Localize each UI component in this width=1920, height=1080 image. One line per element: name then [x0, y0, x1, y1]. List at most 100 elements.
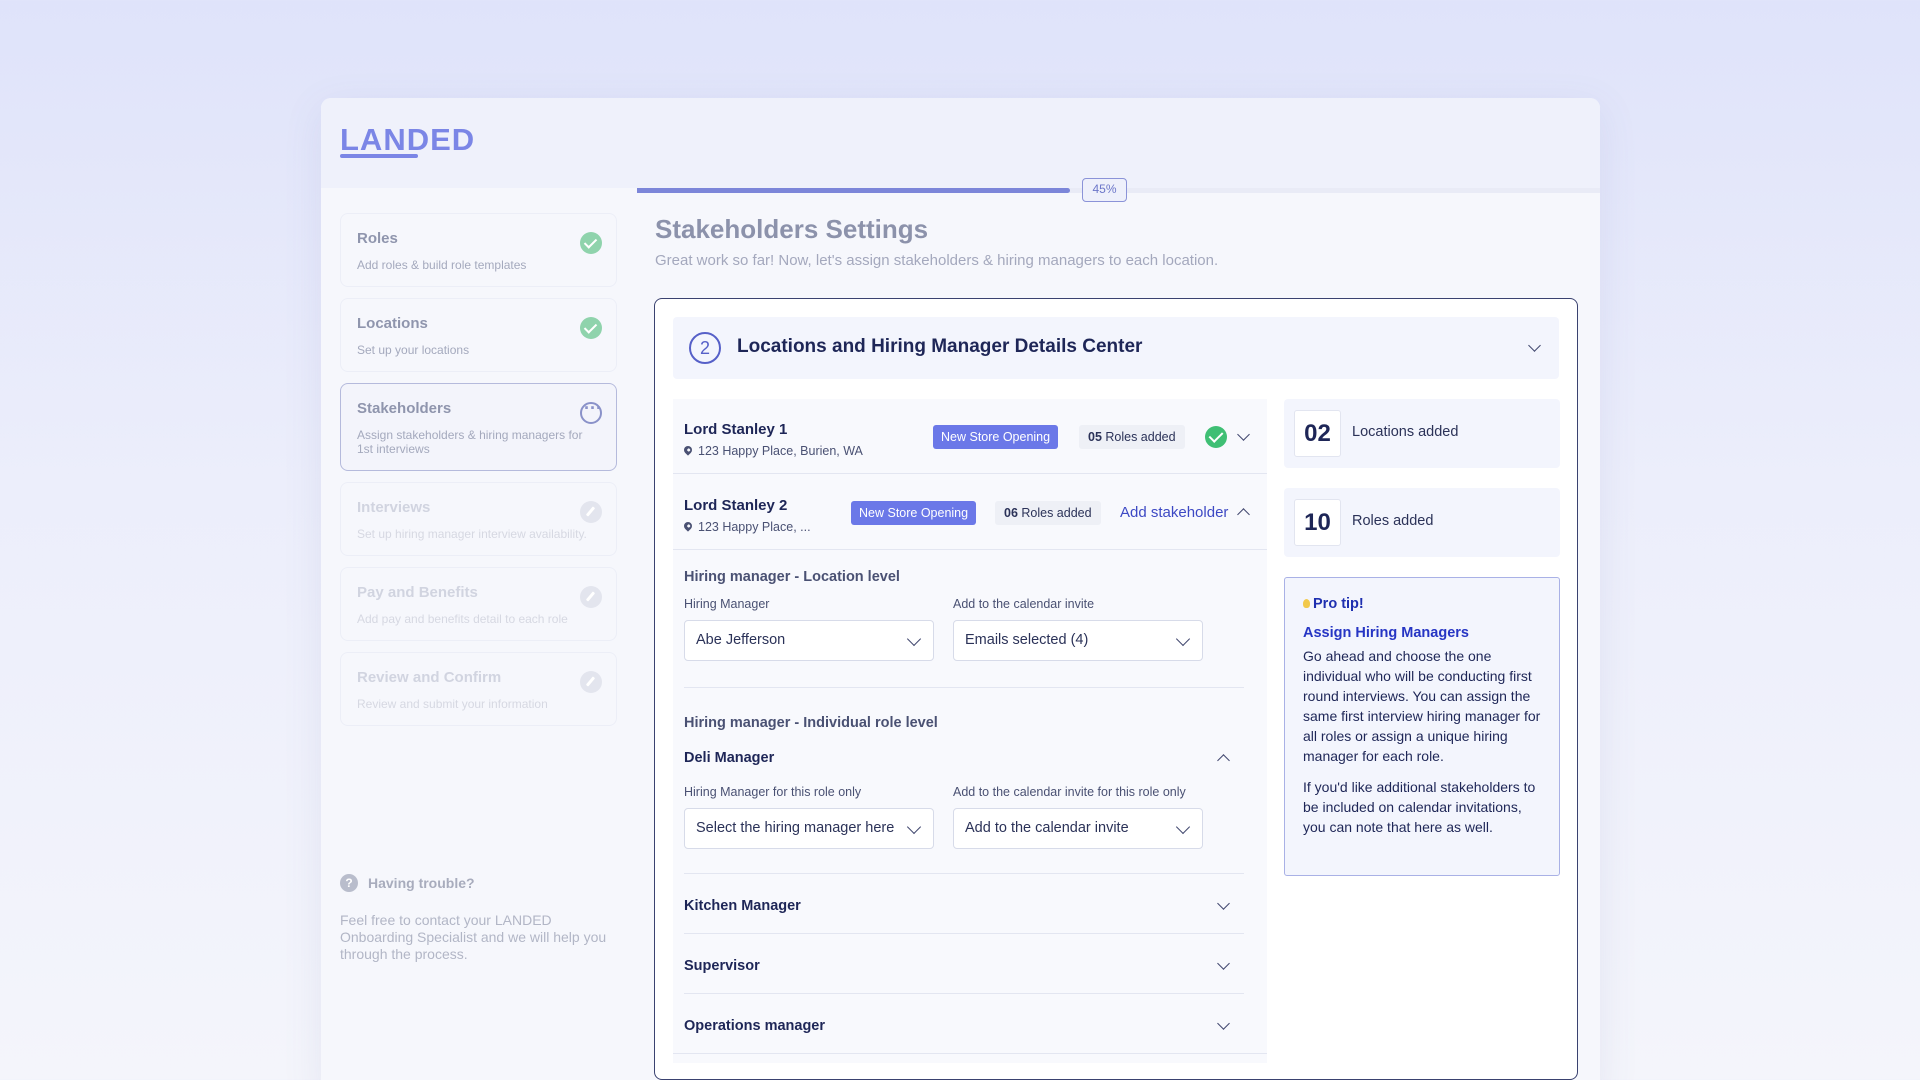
pencil-icon	[580, 501, 602, 523]
tip-heading-text: Pro tip!	[1313, 596, 1364, 612]
step-locations[interactable]: Locations Set up your locations	[340, 298, 617, 372]
role-divider	[684, 993, 1244, 994]
role-title-supervisor[interactable]: Supervisor	[684, 958, 760, 974]
map-pin-icon	[682, 520, 694, 532]
role-divider	[684, 873, 1244, 874]
steps-sidebar: Roles Add roles & build role templates L…	[340, 213, 617, 737]
map-pin-icon	[682, 444, 694, 456]
stat-value: 02	[1294, 410, 1341, 457]
roles-count: 06	[1004, 506, 1018, 520]
roles-suffix: Roles added	[1101, 430, 1176, 444]
chevron-up-icon[interactable]	[1237, 508, 1250, 521]
check-circle-icon	[1205, 426, 1227, 448]
status-tag: New Store Opening	[933, 425, 1059, 449]
section-title: Hiring manager - Location level	[684, 569, 900, 585]
select-value: Emails selected (4)	[965, 632, 1089, 648]
location-address: 123 Happy Place, ...	[682, 520, 811, 534]
pencil-icon	[580, 671, 602, 693]
pro-tip-box: Pro tip! Assign Hiring Managers Go ahead…	[1284, 577, 1560, 876]
step-subtitle: Assign stakeholders & hiring managers fo…	[357, 428, 583, 456]
step-review-confirm[interactable]: Review and Confirm Review and submit you…	[340, 652, 617, 726]
step-subtitle: Add pay and benefits detail to each role	[357, 612, 568, 626]
row-divider	[673, 473, 1267, 474]
row-divider	[673, 549, 1267, 550]
role-title-operations-manager[interactable]: Operations manager	[684, 1018, 825, 1034]
check-circle-icon	[580, 232, 602, 254]
step-subtitle: Set up hiring manager interview availabi…	[357, 527, 587, 541]
stat-value: 10	[1294, 499, 1341, 546]
progress-badge: 45%	[1082, 178, 1127, 202]
chevron-down-icon[interactable]	[1528, 339, 1541, 352]
role-hiring-manager-select[interactable]: Select the hiring manager here	[684, 808, 934, 849]
check-circle-icon	[580, 317, 602, 339]
section-title: Hiring manager - Individual role level	[684, 715, 938, 731]
card-header[interactable]: 2 Locations and Hiring Manager Details C…	[673, 317, 1559, 379]
details-card: 2 Locations and Hiring Manager Details C…	[654, 298, 1578, 1080]
chevron-down-icon[interactable]	[1217, 897, 1230, 910]
roles-count-tag: 05 Roles added	[1079, 425, 1185, 449]
role-divider	[684, 933, 1244, 934]
chevron-down-icon[interactable]	[1217, 957, 1230, 970]
progress-fill	[637, 188, 1070, 193]
chevron-down-icon[interactable]	[1217, 1017, 1230, 1030]
field-label: Hiring Manager	[684, 597, 770, 611]
section-divider	[684, 687, 1244, 688]
chevron-up-icon[interactable]	[1217, 754, 1230, 767]
step-title: Stakeholders	[357, 400, 452, 417]
chevron-down-icon	[1175, 819, 1191, 835]
step-interviews[interactable]: Interviews Set up hiring manager intervi…	[340, 482, 617, 556]
top-bar: LANDED	[321, 98, 1600, 188]
chevron-down-icon	[1175, 631, 1191, 647]
step-subtitle: Add roles & build role templates	[357, 258, 527, 272]
locations-stat: 02 Locations added	[1284, 399, 1560, 468]
role-title-deli-manager[interactable]: Deli Manager	[684, 750, 774, 766]
role-calendar-invite-select[interactable]: Add to the calendar invite	[953, 808, 1203, 849]
step-title: Pay and Benefits	[357, 584, 478, 601]
stat-label: Roles added	[1352, 513, 1434, 529]
roles-count: 05	[1088, 430, 1102, 444]
select-placeholder: Select the hiring manager here	[696, 820, 895, 836]
calendar-invite-select[interactable]: Emails selected (4)	[953, 620, 1203, 661]
chevron-down-icon	[906, 819, 922, 835]
locations-panel: Lord Stanley 1 123 Happy Place, Burien, …	[673, 399, 1267, 1063]
step-subtitle: Set up your locations	[357, 343, 470, 357]
panel-divider	[673, 1053, 1267, 1054]
step-subtitle: Review and submit your information	[357, 697, 548, 711]
location-name: Lord Stanley 2	[684, 497, 788, 514]
field-label: Hiring Manager for this role only	[684, 785, 862, 799]
add-stakeholder-link[interactable]: Add stakeholder	[1120, 504, 1228, 521]
location-address-text: 123 Happy Place, Burien, WA	[698, 444, 863, 458]
step-stakeholders[interactable]: Stakeholders Assign stakeholders & hirin…	[340, 383, 617, 471]
help-header: ? Having trouble?	[340, 874, 617, 892]
lightbulb-icon	[1303, 599, 1310, 608]
chevron-down-icon[interactable]	[1237, 428, 1250, 441]
field-label: Add to the calendar invite	[953, 597, 1095, 611]
step-roles[interactable]: Roles Add roles & build role templates	[340, 213, 617, 287]
page-subtitle: Great work so far! Now, let's assign sta…	[655, 252, 1219, 269]
tip-paragraph: If you'd like additional stakeholders to…	[1303, 779, 1536, 835]
landed-logo: LANDED	[340, 122, 476, 157]
role-title-kitchen-manager[interactable]: Kitchen Manager	[684, 898, 801, 914]
step-pay-benefits[interactable]: Pay and Benefits Add pay and benefits de…	[340, 567, 617, 641]
step-title: Review and Confirm	[357, 669, 502, 686]
roles-count-tag: 06 Roles added	[995, 501, 1101, 525]
question-icon: ?	[340, 874, 358, 892]
page-title: Stakeholders Settings	[655, 214, 929, 244]
step-title: Interviews	[357, 499, 431, 516]
help-title: Having trouble?	[368, 875, 475, 891]
status-tag: New Store Opening	[851, 501, 977, 525]
select-value: Abe Jefferson	[696, 632, 786, 648]
help-text: Feel free to contact your LANDED Onboard…	[340, 912, 607, 962]
pencil-icon	[580, 586, 602, 608]
logo-underline	[340, 154, 418, 158]
location-address-text: 123 Happy Place, ...	[698, 520, 811, 534]
location-address: 123 Happy Place, Burien, WA	[682, 444, 863, 458]
tip-subheading: Assign Hiring Managers	[1303, 625, 1469, 641]
location-name: Lord Stanley 1	[684, 421, 788, 438]
hiring-manager-select[interactable]: Abe Jefferson	[684, 620, 934, 661]
stat-label: Locations added	[1352, 424, 1459, 440]
step-number-badge: 2	[689, 332, 721, 364]
more-dots-icon	[580, 398, 602, 424]
select-placeholder: Add to the calendar invite	[965, 820, 1129, 836]
field-label: Add to the calendar invite for this role…	[953, 785, 1186, 799]
